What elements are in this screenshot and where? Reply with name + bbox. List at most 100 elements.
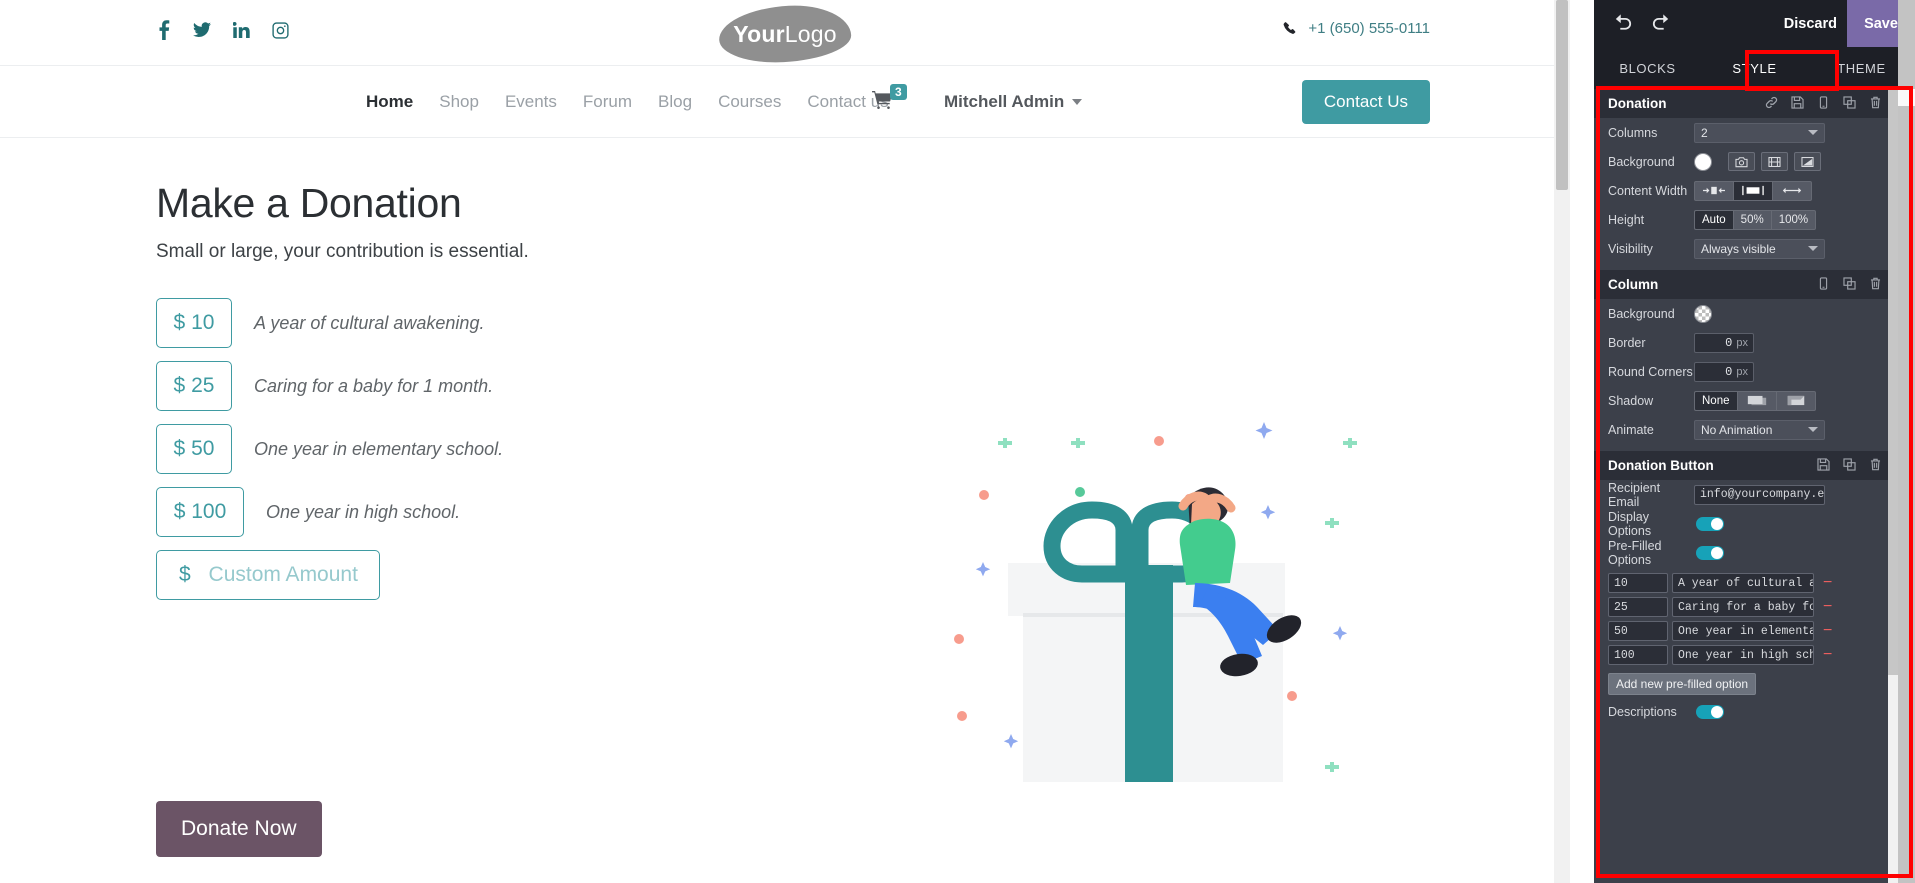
logo-text-light: Logo <box>784 20 837 47</box>
height-auto-button[interactable]: Auto <box>1694 209 1733 230</box>
nav-item-events[interactable]: Events <box>505 92 557 112</box>
display-options-toggle[interactable] <box>1696 516 1724 531</box>
height-100-button[interactable]: 100% <box>1770 209 1817 230</box>
donate-now-button[interactable]: Donate Now <box>156 801 322 857</box>
browser-scrollbar-arrow[interactable] <box>1898 89 1915 106</box>
shadow-none-button[interactable]: None <box>1694 390 1737 411</box>
undo-icon[interactable] <box>1606 13 1640 34</box>
twitter-icon[interactable] <box>193 20 211 40</box>
animate-value: No Animation <box>1701 422 1773 437</box>
instagram-icon[interactable] <box>272 21 289 39</box>
nav-item-blog[interactable]: Blog <box>658 92 692 112</box>
nav-item-forum[interactable]: Forum <box>583 92 632 112</box>
shadow-inset-icon[interactable] <box>1775 390 1816 411</box>
columns-select[interactable]: 2 <box>1694 122 1825 143</box>
animate-select[interactable]: No Animation <box>1694 419 1825 440</box>
save-icon[interactable] <box>1810 457 1836 474</box>
page-subtitle: Small or large, your contribution is ess… <box>156 241 529 262</box>
nav-item-shop[interactable]: Shop <box>439 92 479 112</box>
remove-prefilled-option-1-icon[interactable]: − <box>1823 575 1832 591</box>
prefilled-amount-input-2[interactable]: 25 <box>1608 597 1668 617</box>
visibility-select[interactable]: Always visible <box>1694 238 1825 259</box>
donation-amount-25[interactable]: $ 25 <box>156 361 232 411</box>
browser-scrollbar[interactable] <box>1898 0 1915 883</box>
donation-options: $ 10 A year of cultural awakening. $ 25 … <box>156 298 503 613</box>
tab-blocks[interactable]: BLOCKS <box>1594 47 1701 89</box>
duplicate-icon[interactable] <box>1836 457 1862 474</box>
label-border: Border <box>1608 335 1646 350</box>
cart-button[interactable]: 3 <box>872 83 907 114</box>
donation-amount-100[interactable]: $ 100 <box>156 487 244 537</box>
custom-amount-input[interactable]: $ Custom Amount <box>156 550 380 600</box>
label-shadow: Shadow <box>1608 393 1654 408</box>
round-corners-input[interactable]: 0 px <box>1694 361 1754 382</box>
content-width-narrow-icon[interactable] <box>1694 180 1733 201</box>
section-title-column: Column <box>1608 277 1659 292</box>
background-color-swatch[interactable] <box>1694 152 1712 171</box>
prefilled-description-input-1[interactable]: A year of cultural aw <box>1672 573 1814 593</box>
nav-item-courses[interactable]: Courses <box>718 92 781 112</box>
donation-amount-10[interactable]: $ 10 <box>156 298 232 348</box>
redo-icon[interactable] <box>1644 13 1678 34</box>
trash-icon[interactable] <box>1862 277 1888 293</box>
tab-style[interactable]: STYLE <box>1701 47 1808 89</box>
label-display-options: Display Options <box>1608 509 1652 538</box>
option-row-border: Border 0 px <box>1594 328 1898 357</box>
prefilled-amount-input-1[interactable]: 10 <box>1608 573 1668 593</box>
logo-text-bold: Your <box>733 20 785 47</box>
site-scrollbar[interactable] <box>1554 0 1570 883</box>
chevron-down-icon <box>1808 427 1818 432</box>
donation-description-50: One year in elementary school. <box>254 438 504 459</box>
mobile-icon[interactable] <box>1810 276 1836 293</box>
site-logo[interactable]: Your Logo <box>717 2 853 66</box>
video-icon[interactable] <box>1761 152 1788 171</box>
label-columns: Columns <box>1608 125 1658 140</box>
recipient-email-input[interactable]: info@yourcompany.e <box>1694 484 1825 505</box>
gradient-icon[interactable] <box>1794 152 1821 171</box>
link-icon[interactable] <box>1758 96 1784 112</box>
linkedin-icon[interactable] <box>233 21 250 39</box>
prefilled-description-input-2[interactable]: Caring for a baby for <box>1672 597 1814 617</box>
round-corners-value: 0 <box>1725 364 1733 379</box>
trash-icon[interactable] <box>1862 96 1888 112</box>
phone-number[interactable]: +1 (650) 555-0111 <box>1283 20 1430 37</box>
prefilled-amount-input-4[interactable]: 100 <box>1608 645 1668 665</box>
height-50-button[interactable]: 50% <box>1732 209 1771 230</box>
donation-amount-50[interactable]: $ 50 <box>156 424 232 474</box>
prefilled-options-list: 10 A year of cultural aw − 25 Caring for… <box>1594 567 1898 665</box>
prefilled-description-input-3[interactable]: One year in elementar <box>1672 621 1814 641</box>
chevron-down-icon <box>1808 246 1818 251</box>
background-media-buttons <box>1728 152 1821 171</box>
prefilled-amount-input-3[interactable]: 50 <box>1608 621 1668 641</box>
remove-prefilled-option-3-icon[interactable]: − <box>1823 623 1832 639</box>
border-input[interactable]: 0 px <box>1694 332 1754 353</box>
column-background-swatch[interactable] <box>1694 304 1712 323</box>
prefilled-options-toggle[interactable] <box>1696 545 1724 560</box>
camera-icon[interactable] <box>1728 152 1755 171</box>
facebook-icon[interactable] <box>158 20 171 40</box>
prefilled-description-input-4[interactable]: One year in high scho <box>1672 645 1814 665</box>
content-width-wide-icon[interactable] <box>1772 180 1812 201</box>
trash-icon[interactable] <box>1862 458 1888 474</box>
save-icon[interactable] <box>1784 95 1810 112</box>
user-menu[interactable]: Mitchell Admin <box>944 91 1083 112</box>
user-name: Mitchell Admin <box>944 91 1065 111</box>
mobile-icon[interactable] <box>1810 95 1836 112</box>
descriptions-toggle[interactable] <box>1696 705 1724 719</box>
add-prefilled-option-button[interactable]: Add new pre-filled option <box>1608 673 1757 695</box>
duplicate-icon[interactable] <box>1836 276 1862 293</box>
site-scrollbar-thumb[interactable] <box>1556 0 1568 190</box>
content-width-normal-icon[interactable] <box>1733 180 1772 201</box>
discard-button[interactable]: Discard <box>1784 16 1837 32</box>
nav-item-home[interactable]: Home <box>366 92 413 112</box>
label-background: Background <box>1608 154 1675 169</box>
shadow-outset-icon[interactable] <box>1736 390 1776 411</box>
remove-prefilled-option-2-icon[interactable]: − <box>1823 599 1832 615</box>
gift-illustration <box>940 400 1380 810</box>
contact-us-button[interactable]: Contact Us <box>1301 79 1430 124</box>
remove-prefilled-option-4-icon[interactable]: − <box>1823 647 1832 663</box>
label-height: Height <box>1608 212 1645 227</box>
donation-option-row: $ 10 A year of cultural awakening. <box>156 298 503 348</box>
duplicate-icon[interactable] <box>1836 95 1862 112</box>
website-editor-panel: Discard Save BLOCKS STYLE THEME Donation <box>1594 0 1915 883</box>
